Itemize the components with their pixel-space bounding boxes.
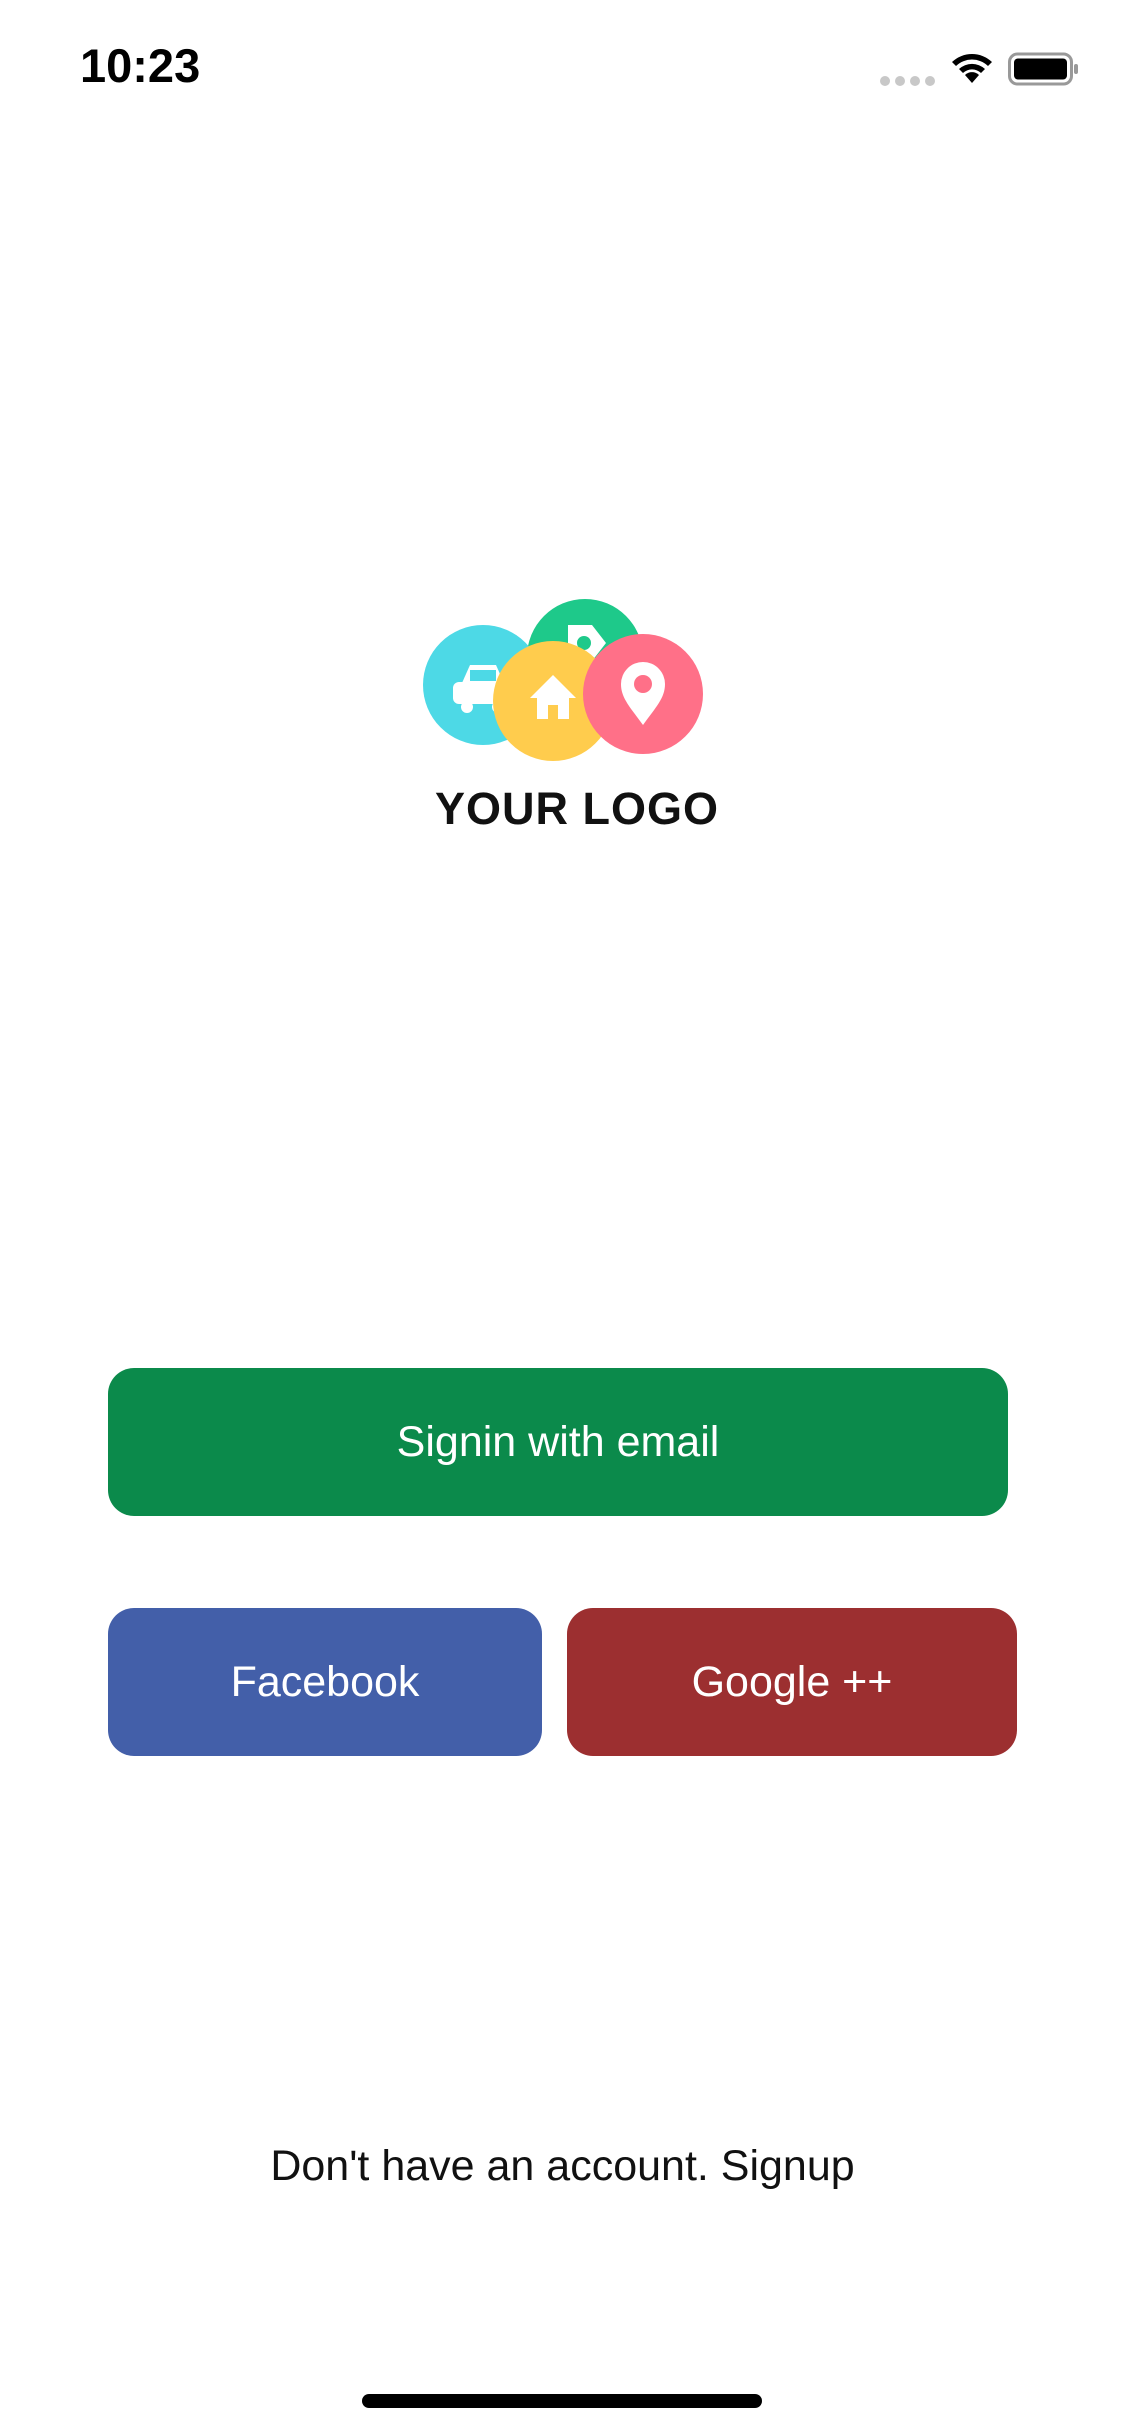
- facebook-label: Facebook: [230, 1657, 420, 1706]
- login-screen: 10:23 YOUR LOGO Signin with email Facebo…: [0, 0, 1125, 2436]
- google-button[interactable]: Google ++: [567, 1608, 1017, 1756]
- status-time: 10:23: [80, 39, 201, 92]
- location-pin-icon: [583, 634, 703, 754]
- app-logo: YOUR LOGO: [420, 595, 730, 845]
- signin-email-button[interactable]: Signin with email: [108, 1368, 1008, 1516]
- signin-email-label: Signin with email: [396, 1417, 720, 1466]
- signup-link[interactable]: Don't have an account. Signup: [0, 2142, 1125, 2191]
- wifi-icon: [950, 50, 994, 84]
- status-bar: 10:23: [0, 0, 1125, 132]
- google-label: Google ++: [691, 1657, 893, 1706]
- home-indicator[interactable]: [362, 2394, 762, 2408]
- battery-icon: [1008, 52, 1080, 86]
- signal-dots-icon: [880, 76, 936, 86]
- logo-text: YOUR LOGO: [434, 783, 719, 834]
- facebook-button[interactable]: Facebook: [108, 1608, 542, 1756]
